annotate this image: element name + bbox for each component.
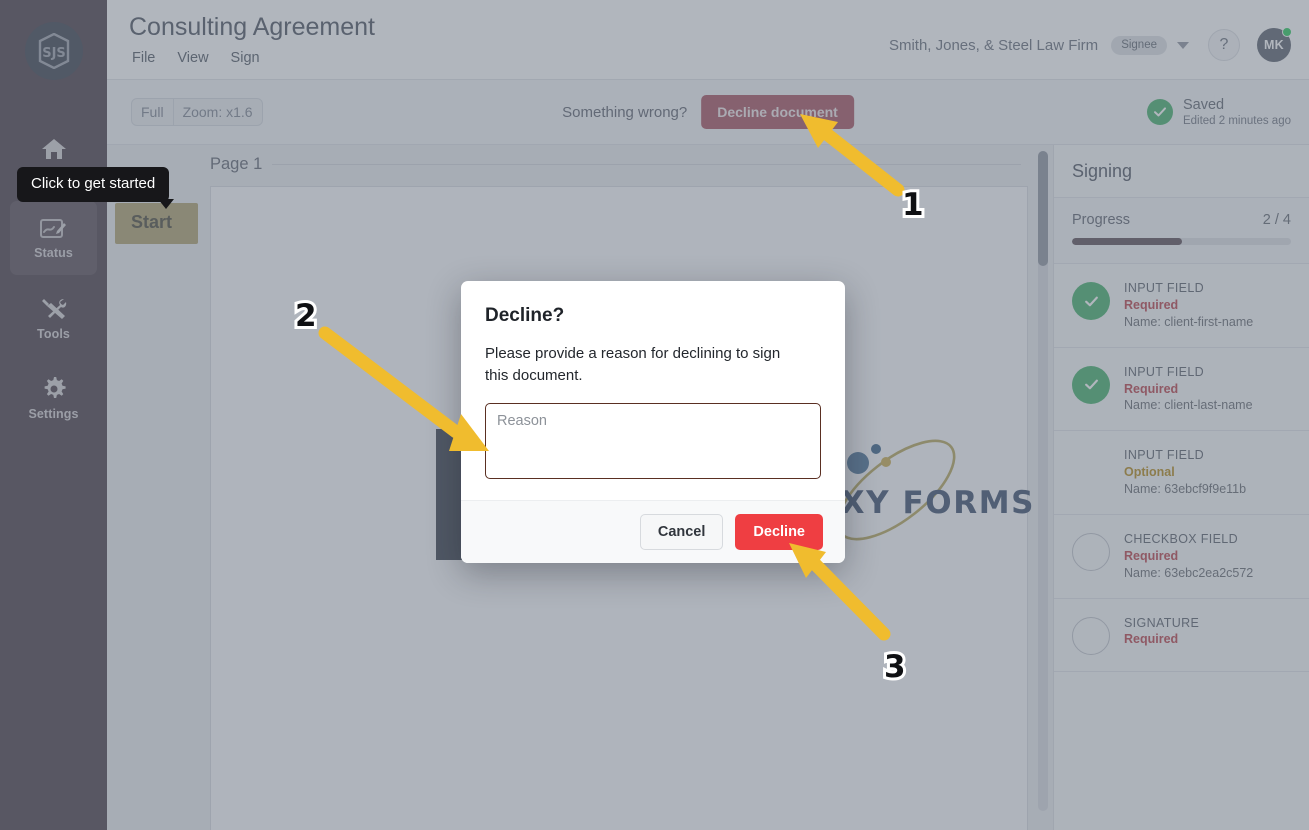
- reason-input[interactable]: [485, 403, 821, 479]
- cancel-button[interactable]: Cancel: [639, 514, 724, 550]
- decline-dialog-body: Decline? Please provide a reason for dec…: [461, 281, 845, 500]
- tooltip-arrow-icon: [158, 199, 174, 209]
- decline-dialog-title: Decline?: [485, 305, 565, 326]
- decline-dialog-footer: Cancel Decline: [461, 500, 845, 563]
- decline-confirm-button[interactable]: Decline: [735, 514, 823, 550]
- decline-dialog: Decline? Please provide a reason for dec…: [461, 281, 845, 563]
- onboarding-tooltip: Click to get started: [17, 167, 170, 202]
- app-root: SJS Home: [0, 0, 1309, 830]
- decline-dialog-description: Please provide a reason for declining to…: [485, 345, 781, 384]
